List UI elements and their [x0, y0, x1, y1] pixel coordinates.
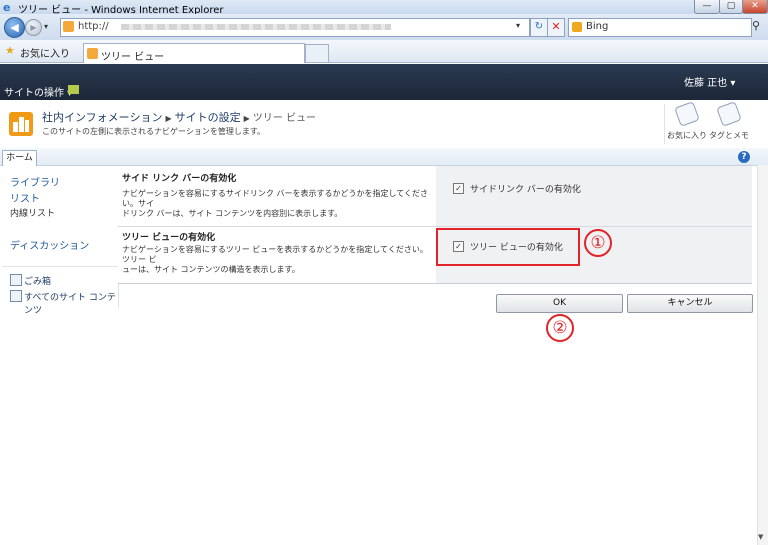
- bing-icon: [572, 22, 582, 32]
- new-tab-button[interactable]: [305, 44, 329, 62]
- close-button[interactable]: ✕: [742, 0, 768, 14]
- back-button[interactable]: ◀: [4, 17, 25, 38]
- page-favicon-icon: [63, 21, 74, 32]
- ql-library-link[interactable]: ライブラリ: [10, 174, 60, 189]
- treeview-desc-line2: ューは、サイト コンテンツの構造を表示します。: [122, 265, 300, 274]
- all-content-icon: [10, 290, 22, 302]
- ql-list-link[interactable]: リスト: [10, 190, 40, 205]
- history-dropdown-icon[interactable]: ▾: [44, 22, 48, 31]
- treeview-desc-line1: ナビゲーションを容易にするツリー ビューを表示するかどうかを指定してください。ツ…: [122, 245, 428, 264]
- ql-all-content-link[interactable]: すべてのサイト コンテンツ: [24, 290, 118, 316]
- tags-notes-icon: [716, 101, 742, 127]
- highlight-box: [436, 228, 580, 266]
- scroll-down-icon[interactable]: ▼: [758, 533, 763, 541]
- toolbar-divider: [664, 104, 665, 144]
- address-text: http://: [78, 21, 109, 32]
- favorite-tool-label: お気に入り: [667, 131, 707, 140]
- address-dropdown-icon[interactable]: ▾: [516, 21, 520, 30]
- ok-button[interactable]: OK: [496, 294, 623, 313]
- user-menu[interactable]: 佐藤 正也 ▾: [684, 74, 735, 89]
- site-actions-menu[interactable]: サイトの操作 ▾: [4, 84, 72, 99]
- help-icon[interactable]: ?: [738, 151, 750, 163]
- sidelink-control-area: ✓ サイドリンク バーの有効化: [436, 166, 752, 226]
- stop-button[interactable]: ✕: [547, 18, 565, 37]
- ie-logo-icon: e: [3, 1, 11, 14]
- tags-notes-button[interactable]: タグとメモ: [708, 101, 750, 141]
- recycle-bin-icon: [10, 274, 22, 286]
- refresh-button[interactable]: ↻: [530, 18, 548, 37]
- tags-notes-label: タグとメモ: [709, 131, 749, 140]
- ql-internal-list-link[interactable]: 内線リスト: [10, 206, 55, 219]
- favorites-button[interactable]: お気に入り: [20, 45, 70, 60]
- ribbon-tab-bar: [0, 148, 768, 166]
- browser-tab-active[interactable]: ツリー ビュー: [83, 43, 305, 63]
- ql-divider: [2, 266, 118, 267]
- sharepoint-top-bar: サイトの操作 ▾ 佐藤 正也 ▾: [0, 64, 768, 100]
- annotation-marker-2: ②: [546, 314, 574, 342]
- ql-recycle-bin-link[interactable]: ごみ箱: [24, 274, 51, 287]
- breadcrumb-separator-icon: ▶: [243, 114, 250, 123]
- tab-title: ツリー ビュー: [101, 52, 165, 63]
- annotation-marker-1: ①: [584, 229, 612, 257]
- favorite-tool-button[interactable]: お気に入り: [666, 101, 708, 141]
- forward-button[interactable]: ▶: [25, 19, 42, 36]
- rows-bottom-border: [118, 283, 752, 284]
- sidelink-checkbox[interactable]: ✓: [453, 183, 464, 194]
- address-redacted: [121, 24, 391, 30]
- address-bar[interactable]: http:// ▾: [60, 18, 530, 37]
- address-row: ◀ ▶ ▾ http:// ▾ ↻ ✕ Bing ⚲: [0, 14, 768, 40]
- navigate-up-icon[interactable]: [68, 85, 79, 94]
- site-logo-icon: [9, 112, 33, 136]
- tab-favicon-icon: [87, 48, 98, 59]
- cancel-button[interactable]: キャンセル: [627, 294, 753, 313]
- restore-button[interactable]: ▢: [719, 0, 743, 14]
- sidelink-desc-line1: ナビゲーションを容易にするサイドリンク バーを表示するかどうかを指定してください…: [122, 189, 428, 208]
- minimize-button[interactable]: —: [694, 0, 720, 14]
- page-title-area: 社内インフォメーション ▶ サイトの設定 ▶ ツリー ビュー このサイトの左側に表示され…: [0, 100, 768, 149]
- search-provider-label: Bing: [586, 21, 609, 32]
- breadcrumb: 社内インフォメーション ▶ サイトの設定 ▶ ツリー ビュー: [42, 109, 316, 125]
- sidelink-title: サイド リンク バーの有効化: [122, 174, 237, 184]
- sidelink-description: ナビゲーションを容易にするサイドリンク バーを表示するかどうかを指定してください…: [122, 189, 430, 219]
- page-scrollbar[interactable]: [757, 165, 768, 545]
- breadcrumb-site-settings[interactable]: サイトの設定: [175, 111, 241, 124]
- breadcrumb-site[interactable]: 社内インフォメーション: [42, 111, 162, 124]
- sidelink-checkbox-label: サイドリンク バーの有効化: [470, 185, 581, 195]
- treeview-description: ナビゲーションを容易にするツリー ビューを表示するかどうかを指定してください。ツ…: [122, 245, 430, 275]
- ql-discussion-link[interactable]: ディスカッション: [10, 237, 89, 252]
- tag-favorite-icon: [674, 101, 700, 127]
- page-description: このサイトの左側に表示されるナビゲーションを管理します。: [42, 127, 266, 136]
- search-box[interactable]: Bing: [568, 18, 752, 37]
- search-icon[interactable]: ⚲: [752, 19, 760, 32]
- quick-launch: ライブラリ リスト 内線リスト ディスカッション ごみ箱 すべてのサイト コンテ…: [2, 166, 119, 316]
- favorites-star-icon[interactable]: ★: [5, 44, 15, 57]
- tab-home[interactable]: ホーム: [2, 150, 37, 166]
- window-title-bar: e ツリー ビュー - Windows Internet Explorer — …: [0, 0, 768, 16]
- sidelink-desc-line2: ドリンク バーは、サイト コンテンツを内容別に表示します。: [122, 209, 343, 218]
- favorites-bar: ★ お気に入り ツリー ビュー: [0, 40, 768, 63]
- breadcrumb-separator-icon: ▶: [165, 114, 172, 123]
- breadcrumb-current: ツリー ビュー: [252, 113, 316, 124]
- treeview-title: ツリー ビューの有効化: [122, 233, 216, 243]
